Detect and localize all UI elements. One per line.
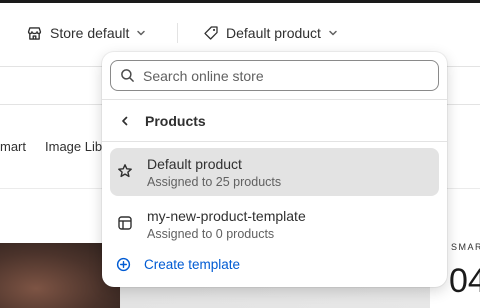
section-title: Products [145,113,206,129]
template-option-my-new-product-template[interactable]: my-new-product-template Assigned to 0 pr… [110,200,439,248]
preview-heading-fragment: SMAR [451,242,480,252]
search-input[interactable] [143,67,423,84]
toolbar-divider [177,23,178,43]
preview-nav-item[interactable]: mart [0,139,26,154]
chevron-down-icon [135,27,147,39]
template-icon [117,215,133,231]
back-button[interactable]: Products [110,107,439,135]
store-selector[interactable]: Store default [26,22,147,44]
chevron-down-icon [327,27,339,39]
option-name: my-new-product-template [147,208,306,224]
divider [102,141,447,142]
store-icon [26,25,43,42]
template-dropdown: Products Default product Assigned to 25 … [102,52,447,287]
create-template-button[interactable]: Create template [116,257,240,272]
plus-circle-icon [116,257,131,272]
option-name: Default product [147,156,242,172]
template-selector-label: Default product [226,25,321,41]
template-selector[interactable]: Default product [203,22,339,44]
search-icon [120,68,135,83]
template-option-default-product[interactable]: Default product Assigned to 25 products [110,148,439,196]
star-icon [117,163,133,179]
tag-icon [203,25,219,41]
option-subtitle: Assigned to 0 products [147,227,275,241]
store-selector-label: Store default [50,25,130,41]
create-template-label: Create template [144,257,241,272]
divider [102,99,447,100]
chevron-left-icon [119,115,131,127]
preview-number-fragment: 04 [449,262,480,300]
option-subtitle: Assigned to 25 products [147,175,282,189]
search-field[interactable] [110,60,439,91]
preview-nav-item[interactable]: Image Lib [45,139,102,154]
